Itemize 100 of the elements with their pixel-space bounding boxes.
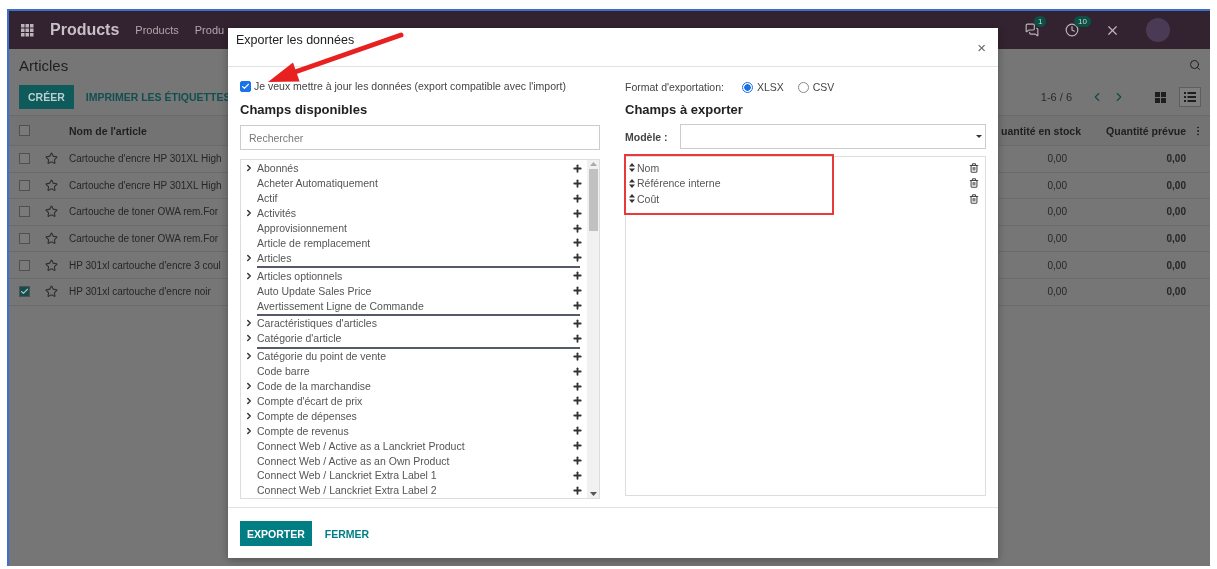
add-icon[interactable] [572,317,583,329]
scroll-down-icon[interactable] [589,492,597,496]
close-button[interactable]: × [977,39,986,56]
add-icon[interactable] [572,252,583,264]
table-cell-text: 0,00 [1166,259,1187,271]
table-cell-text: 0,00 [1047,179,1068,191]
add-icon[interactable] [572,270,583,282]
row-checkbox[interactable] [19,286,30,298]
row-checkbox[interactable] [19,206,30,218]
expand-chevron-icon[interactable] [244,333,254,344]
select-all-checkbox[interactable] [19,125,30,136]
apps-icon[interactable] [21,23,34,37]
add-icon[interactable] [572,285,583,297]
star-icon[interactable] [45,232,58,246]
view-switch-button[interactable] [1179,87,1201,107]
export-field-item[interactable]: Référence interne [637,177,967,190]
add-icon[interactable] [572,162,583,174]
search-icon[interactable] [1189,59,1201,71]
star-icon[interactable] [45,152,58,166]
radio-label: XLSX [756,81,784,93]
star-icon[interactable] [45,258,58,272]
compatible-checkbox[interactable] [240,80,251,92]
add-icon[interactable] [572,380,583,392]
field-item[interactable]: Connect Web / Lanckriet Extra Label 1 [257,469,572,482]
trash-icon[interactable] [969,162,979,173]
create-button[interactable]: CRÉER [19,85,74,109]
sort-icon[interactable] [629,194,635,204]
add-icon[interactable] [572,365,583,377]
field-item[interactable]: Compte de dépenses [257,409,572,422]
expand-chevron-icon[interactable] [244,351,254,362]
add-icon[interactable] [572,455,583,467]
add-icon[interactable] [572,332,583,344]
add-icon[interactable] [572,425,583,437]
field-item[interactable]: Compte d'écart de prix [257,394,572,407]
sort-icon[interactable] [629,163,635,173]
add-icon[interactable] [572,207,583,219]
scrollbar-thumb[interactable] [588,169,598,231]
add-icon[interactable] [572,350,583,362]
star-icon[interactable] [45,178,58,192]
field-item[interactable]: Catégorie d'article [257,332,572,345]
add-icon[interactable] [572,410,583,422]
field-item[interactable]: Avertissement Ligne de Commande [257,299,572,312]
expand-chevron-icon[interactable] [244,270,254,281]
expand-chevron-icon[interactable] [244,163,254,174]
expand-chevron-icon[interactable] [244,318,254,329]
export-field-item[interactable]: Coût [637,192,967,205]
field-item[interactable]: Articles [257,251,572,264]
add-icon[interactable] [572,222,583,234]
field-item[interactable]: Compte de revenus [257,424,572,437]
field-item[interactable]: Connect Web / Active as an Own Product [257,454,572,467]
add-icon[interactable] [572,300,583,312]
field-item[interactable]: Code de la marchandise [257,380,572,393]
field-item[interactable]: Catégorie du point de vente [257,350,572,363]
format-radio[interactable] [797,81,809,93]
dialog-title: Exporter les données [236,34,355,47]
add-icon[interactable] [572,237,583,249]
expand-chevron-icon[interactable] [244,425,254,436]
row-checkbox[interactable] [19,179,30,191]
add-icon[interactable] [572,395,583,407]
clock-icon [1065,23,1079,37]
sort-icon[interactable] [629,178,635,188]
row-checkbox[interactable] [19,153,30,165]
expand-chevron-icon[interactable] [244,410,254,421]
field-item[interactable]: Article de remplacement [257,237,572,249]
add-icon[interactable] [572,440,583,452]
nav-menu-item[interactable]: Products [135,24,179,36]
add-icon[interactable] [572,484,583,496]
row-checkbox[interactable] [19,259,30,271]
expand-chevron-icon[interactable] [244,208,254,219]
expand-chevron-icon[interactable] [244,395,254,406]
add-icon[interactable] [572,470,583,481]
export-field-item[interactable]: Nom [637,161,967,174]
field-item[interactable]: Approvisionnement [257,222,572,235]
field-item[interactable]: Auto Update Sales Price [257,284,572,297]
format-radio[interactable] [741,81,753,93]
add-icon[interactable] [572,177,583,189]
field-item[interactable]: Connect Web / Active as a Lanckriet Product [257,439,572,452]
export-button[interactable]: EXPORTER [240,520,312,546]
star-icon[interactable] [45,205,58,219]
scrollbar[interactable] [587,160,599,498]
nav-menu-item[interactable]: Produ [194,24,225,36]
field-item[interactable]: Caractéristiques d'articles [257,317,572,330]
field-item[interactable]: Activités [257,207,572,220]
trash-icon[interactable] [969,178,979,189]
row-checkbox[interactable] [19,233,30,245]
close-link-button[interactable]: FERMER [317,520,377,546]
field-item[interactable]: Actif [257,192,572,205]
field-item[interactable]: Connect Web / Lanckriet Extra Label 2 [257,484,572,497]
field-item[interactable]: Abonnés [257,162,572,175]
add-icon[interactable] [572,192,583,204]
search-field[interactable]: Rechercher [240,125,600,150]
field-item[interactable]: Code barre [257,365,572,378]
expand-chevron-icon[interactable] [244,252,254,263]
trash-icon[interactable] [969,193,979,204]
expand-chevron-icon[interactable] [244,381,254,392]
field-item[interactable]: Acheter Automatiquement [257,177,572,190]
field-item[interactable]: Articles optionnels [257,269,572,282]
star-icon[interactable] [45,285,58,299]
table-cell-text: 0,00 [1047,233,1068,245]
caret-icon[interactable] [976,135,982,138]
